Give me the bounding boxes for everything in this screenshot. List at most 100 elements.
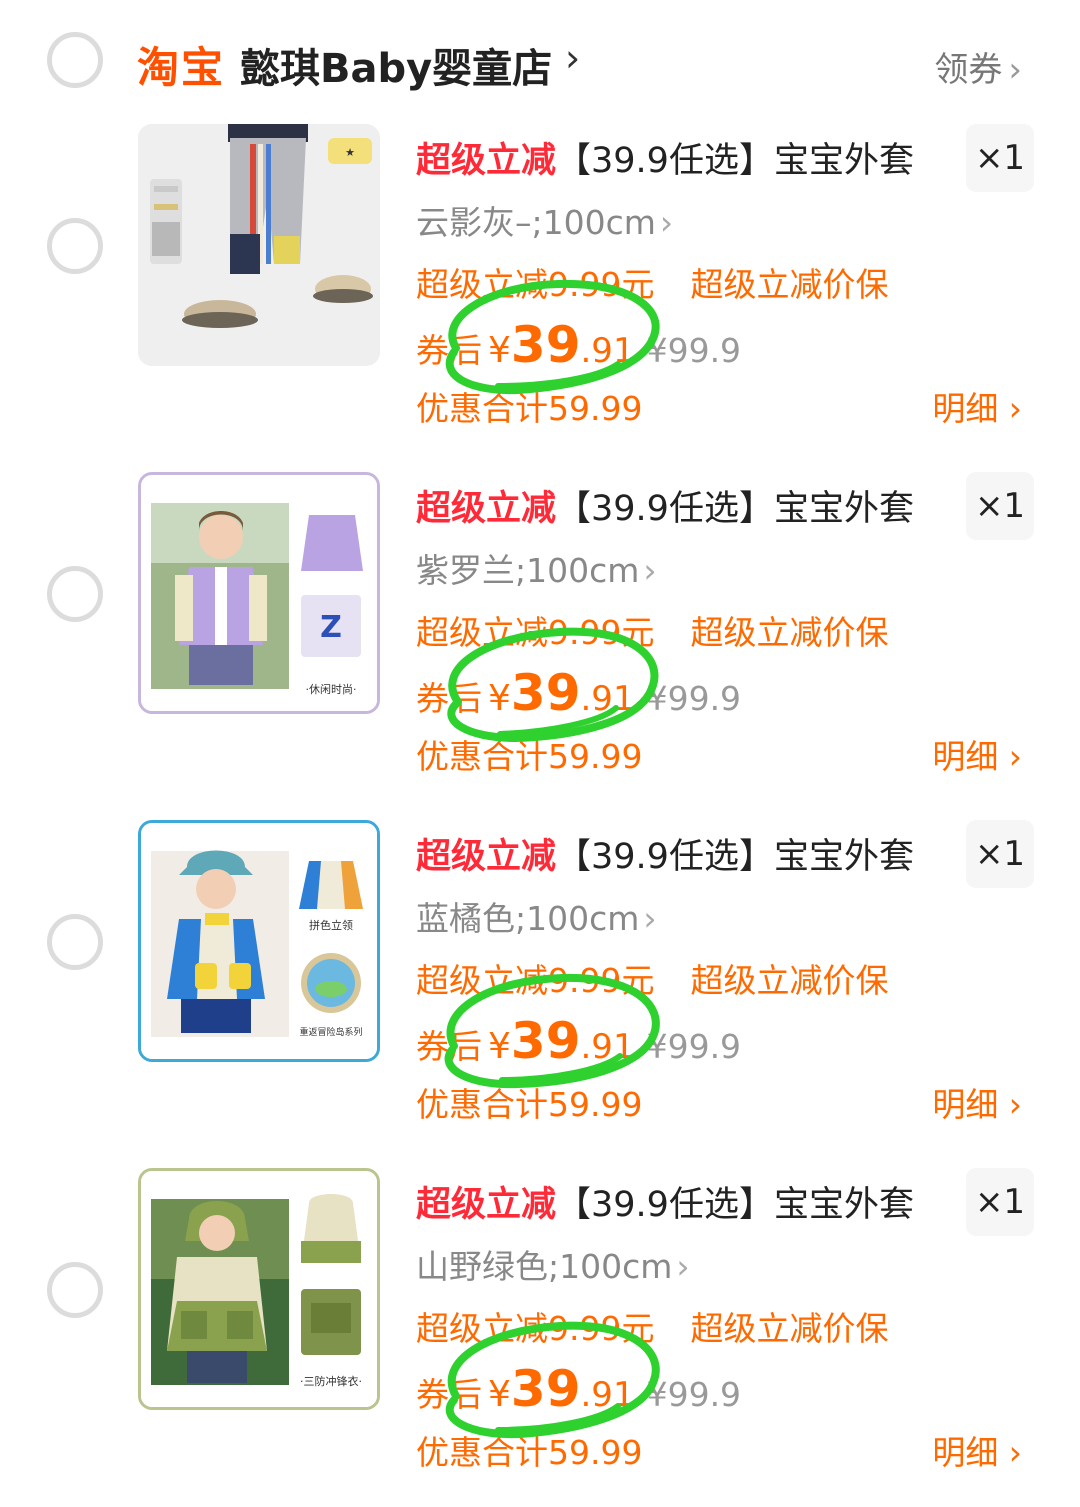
- discount-total: 优惠合计59.99: [416, 737, 643, 776]
- detail-button[interactable]: 明细 ›: [932, 1426, 1022, 1474]
- sku-selector[interactable]: 山野绿色;100cm ›: [416, 1240, 690, 1288]
- price-line: 券后 ¥39.91 ¥99.9: [416, 316, 741, 374]
- product-image-grey-pants: ★: [138, 124, 380, 366]
- promo-line: 超级立减9.99元 超级立减价保: [416, 1302, 888, 1350]
- cart-item: ★ 超级立减【39.9任选】宝宝外套 ×1 云影灰–;100cm › 超级立减9.…: [0, 124, 1080, 472]
- item-title-text: 【39.9任选】宝宝外套: [556, 1185, 914, 1225]
- sku-selector[interactable]: 蓝橘色;100cm ›: [416, 892, 657, 940]
- price-integer: 39: [510, 1360, 581, 1418]
- shop-name-link[interactable]: 懿琪Baby婴童店: [240, 36, 552, 94]
- price-guarantee-tag: 超级立减价保: [690, 613, 889, 652]
- thumbnail-caption: ·三防冲锋衣·: [300, 1374, 362, 1388]
- quantity-button[interactable]: ×1: [966, 1168, 1034, 1236]
- sku-text: 山野绿色;100cm: [416, 1247, 673, 1286]
- price-label: 券后: [416, 1027, 482, 1066]
- item-title-text: 【39.9任选】宝宝外套: [556, 489, 914, 529]
- promo-amount: 超级立减9.99元: [416, 961, 655, 1000]
- price-currency: ¥: [488, 330, 511, 371]
- promo-amount: 超级立减9.99元: [416, 265, 655, 304]
- item-title-text: 【39.9任选】宝宝外套: [556, 837, 914, 877]
- sku-text: 紫罗兰;100cm: [416, 551, 640, 590]
- product-image-green-windbreaker: ·三防冲锋衣·: [141, 1171, 377, 1407]
- price-label: 券后: [416, 1375, 482, 1414]
- promo-amount: 超级立减9.99元: [416, 1309, 655, 1348]
- price-guarantee-tag: 超级立减价保: [690, 961, 889, 1000]
- item-title[interactable]: 超级立减【39.9任选】宝宝外套: [416, 828, 914, 879]
- promo-line: 超级立减9.99元 超级立减价保: [416, 258, 888, 306]
- discount-total: 优惠合计59.99: [416, 1433, 643, 1472]
- thumbnail-caption: 重返冒险岛系列: [299, 1026, 362, 1038]
- item-title-text: 【39.9任选】宝宝外套: [556, 141, 914, 181]
- price-label: 券后: [416, 331, 482, 370]
- sku-chevron-right-icon: ›: [676, 1247, 690, 1286]
- sku-chevron-right-icon: ›: [659, 203, 674, 242]
- product-thumbnail[interactable]: 拼色立领 重返冒险岛系列: [138, 820, 380, 1062]
- price-decimal: .91: [580, 1375, 635, 1415]
- shop-header: 淘宝 懿琪Baby婴童店 › 领券 ›: [0, 0, 1080, 120]
- item-select-radio[interactable]: [47, 914, 103, 970]
- sku-selector[interactable]: 云影灰–;100cm ›: [416, 196, 673, 244]
- shop-chevron-right-icon[interactable]: ›: [565, 36, 580, 80]
- super-discount-tag: 超级立减: [416, 489, 557, 529]
- shop-select-radio[interactable]: [47, 32, 103, 88]
- promo-line: 超级立减9.99元 超级立减价保: [416, 954, 888, 1002]
- product-image-blue-orange-jacket: 拼色立领 重返冒险岛系列: [141, 823, 377, 1059]
- promo-line: 超级立减9.99元 超级立减价保: [416, 606, 888, 654]
- svg-text:★: ★: [345, 146, 355, 159]
- price-currency: ¥: [488, 678, 511, 719]
- discount-total: 优惠合计59.99: [416, 389, 643, 428]
- coupon-button[interactable]: 领券 ›: [934, 42, 1022, 91]
- super-discount-tag: 超级立减: [416, 837, 557, 877]
- original-price: ¥99.9: [646, 679, 742, 718]
- original-price: ¥99.9: [646, 1027, 742, 1066]
- original-price: ¥99.9: [646, 331, 742, 370]
- quantity-button[interactable]: ×1: [966, 124, 1034, 192]
- price-guarantee-tag: 超级立减价保: [690, 265, 889, 304]
- item-title[interactable]: 超级立减【39.9任选】宝宝外套: [416, 132, 914, 183]
- thumbnail-caption: 拼色立领: [309, 918, 353, 932]
- super-discount-tag: 超级立减: [416, 1185, 557, 1225]
- discount-total: 优惠合计59.99: [416, 1085, 643, 1124]
- promo-amount: 超级立减9.99元: [416, 613, 655, 652]
- price-line: 券后 ¥39.91 ¥99.9: [416, 1012, 741, 1070]
- original-price: ¥99.9: [646, 1375, 742, 1414]
- product-thumbnail[interactable]: ★: [138, 124, 380, 366]
- item-title[interactable]: 超级立减【39.9任选】宝宝外套: [416, 480, 914, 531]
- product-thumbnail[interactable]: ·三防冲锋衣·: [138, 1168, 380, 1410]
- price-integer: 39: [510, 1012, 581, 1070]
- svg-text:Z: Z: [320, 610, 342, 645]
- cart-item: ·三防冲锋衣· 超级立减【39.9任选】宝宝外套 ×1 山野绿色;100cm › …: [0, 1168, 1080, 1507]
- sku-selector[interactable]: 紫罗兰;100cm ›: [416, 544, 657, 592]
- product-image-purple-jacket: Z ·休闲时尚·: [141, 475, 377, 711]
- price-currency: ¥: [488, 1374, 511, 1415]
- price-currency: ¥: [488, 1026, 511, 1067]
- coupon-chevron-right-icon: ›: [1008, 50, 1022, 90]
- super-discount-tag: 超级立减: [416, 141, 557, 181]
- price-decimal: .91: [580, 1027, 635, 1067]
- price-integer: 39: [510, 664, 581, 722]
- item-select-radio[interactable]: [47, 566, 103, 622]
- detail-button[interactable]: 明细 ›: [932, 730, 1022, 778]
- quantity-button[interactable]: ×1: [966, 820, 1034, 888]
- thumbnail-caption: ·休闲时尚·: [306, 682, 357, 696]
- sku-chevron-right-icon: ›: [643, 899, 657, 938]
- item-select-radio[interactable]: [47, 218, 103, 274]
- sku-text: 蓝橘色;100cm: [416, 899, 640, 938]
- price-decimal: .91: [580, 679, 635, 719]
- taobao-brand-label: 淘宝: [137, 43, 226, 92]
- detail-button[interactable]: 明细 ›: [932, 1078, 1022, 1126]
- item-select-radio[interactable]: [47, 1262, 103, 1318]
- item-title[interactable]: 超级立减【39.9任选】宝宝外套: [416, 1176, 914, 1227]
- price-line: 券后 ¥39.91 ¥99.9: [416, 664, 741, 722]
- quantity-button[interactable]: ×1: [966, 472, 1034, 540]
- price-integer: 39: [510, 316, 581, 374]
- price-decimal: .91: [580, 331, 635, 371]
- cart-item: Z ·休闲时尚· 超级立减【39.9任选】宝宝外套 ×1 紫罗兰;100cm › …: [0, 472, 1080, 820]
- sku-chevron-right-icon: ›: [643, 551, 657, 590]
- price-label: 券后: [416, 679, 482, 718]
- detail-button[interactable]: 明细 ›: [932, 382, 1022, 430]
- product-thumbnail[interactable]: Z ·休闲时尚·: [138, 472, 380, 714]
- price-line: 券后 ¥39.91 ¥99.9: [416, 1360, 741, 1418]
- cart-item: 拼色立领 重返冒险岛系列 超级立减【39.9任选】宝宝外套 ×1 蓝橘色;100…: [0, 820, 1080, 1168]
- sku-text: 云影灰–;100cm: [416, 203, 656, 242]
